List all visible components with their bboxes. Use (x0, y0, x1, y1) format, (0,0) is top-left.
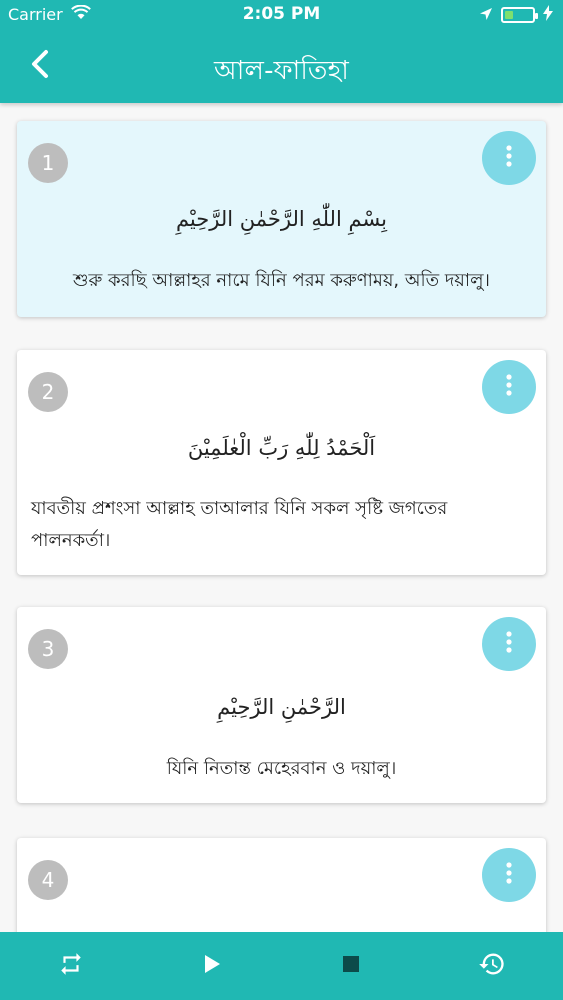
verse-arabic: الرَّحْمٰنِ الرَّحِيْمِ (217, 695, 346, 719)
verse-card-3[interactable]: 3 الرَّحْمٰنِ الرَّحِيْمِ যিনি নিতান্ত ম… (17, 607, 546, 803)
stop-button[interactable] (327, 942, 375, 990)
history-icon (477, 950, 507, 982)
nav-bar: আল-ফাতিহা (0, 32, 563, 103)
more-options-button[interactable] (482, 131, 536, 185)
verse-arabic: بِسْمِ اللّٰهِ الرَّحْمٰنِ الرَّحِيْمِ (175, 207, 388, 231)
charging-icon (543, 5, 553, 25)
verse-number-badge: 2 (28, 372, 68, 412)
more-vert-icon (506, 144, 512, 172)
history-button[interactable] (468, 942, 516, 990)
verse-card-4[interactable]: 4 (17, 838, 546, 932)
more-vert-icon (506, 630, 512, 658)
stop-icon (341, 954, 361, 978)
verse-translation: শুরু করছি আল্লাহর নামে যিনি পরম করুণাময়… (73, 270, 490, 291)
more-vert-icon (506, 373, 512, 401)
more-options-button[interactable] (482, 360, 536, 414)
more-vert-icon (506, 861, 512, 889)
more-options-button[interactable] (482, 848, 536, 902)
verse-card-2[interactable]: 2 اَلْحَمْدُ لِلّٰهِ رَبِّ الْعٰلَمِيْنَ… (17, 350, 546, 575)
repeat-icon (58, 951, 84, 981)
verse-number-badge: 3 (28, 629, 68, 669)
play-icon (201, 952, 223, 980)
verse-arabic: اَلْحَمْدُ لِلّٰهِ رَبِّ الْعٰلَمِيْنَ (187, 436, 376, 460)
status-bar: Carrier 2:05 PM (0, 0, 563, 32)
location-icon (479, 6, 493, 25)
screen: Carrier 2:05 PM আল-ফাতিহা 1 بِسْمِ اللّٰ… (0, 0, 563, 1000)
app-header: Carrier 2:05 PM আল-ফাতিহা (0, 0, 563, 103)
verse-translation: যিনি নিতান্ত মেহেরবান ও দয়ালু। (166, 758, 397, 779)
page-title: আল-ফাতিহা (214, 56, 349, 86)
audio-control-bar (0, 932, 563, 1000)
verse-list: 1 بِسْمِ اللّٰهِ الرَّحْمٰنِ الرَّحِيْمِ… (0, 103, 563, 932)
verse-number-badge: 4 (28, 860, 68, 900)
verse-translation: যাবতীয় প্রশংসা আল্লাহ তাআলার যিনি সকল স… (31, 498, 448, 551)
repeat-button[interactable] (47, 942, 95, 990)
battery-icon (501, 7, 538, 23)
more-options-button[interactable] (482, 617, 536, 671)
verse-card-1[interactable]: 1 بِسْمِ اللّٰهِ الرَّحْمٰنِ الرَّحِيْمِ… (17, 121, 546, 317)
status-right (479, 5, 553, 25)
play-button[interactable] (188, 942, 236, 990)
verse-number-badge: 1 (28, 143, 68, 183)
battery-fill (505, 11, 513, 19)
